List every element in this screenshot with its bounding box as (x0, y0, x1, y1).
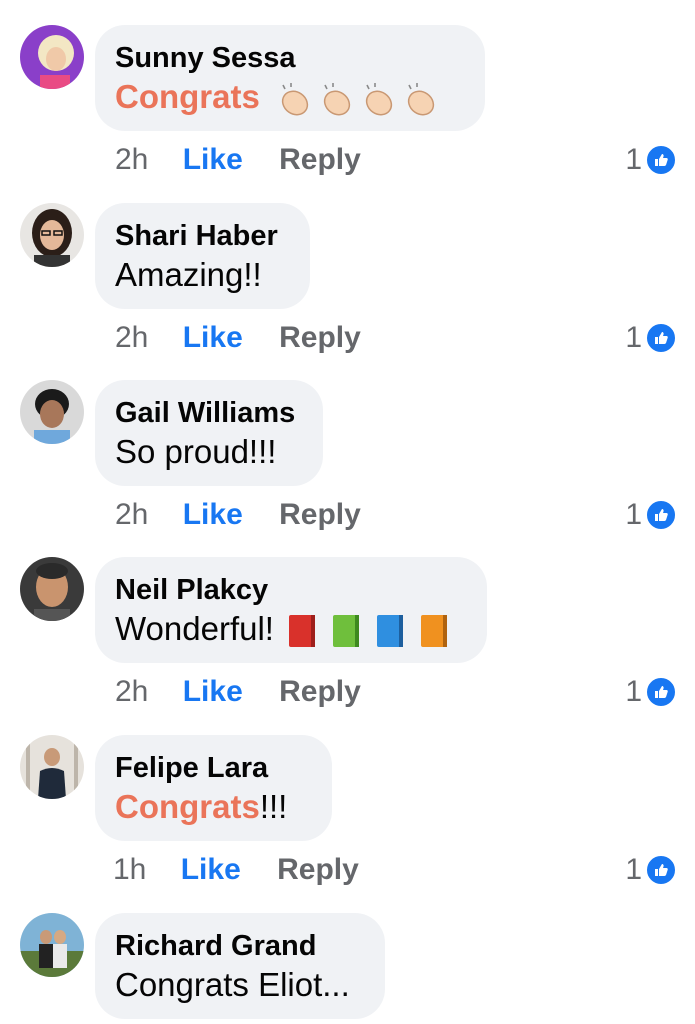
reply-button[interactable]: Reply (279, 142, 361, 178)
comment-text: Congrats!!! (115, 786, 312, 828)
comment-bubble: Gail Williams So proud!!! (95, 380, 323, 486)
comment-author[interactable]: Shari Haber (115, 218, 290, 254)
comment-bubble: Richard Grand Congrats Eliot... (95, 913, 385, 1019)
comment-actions: 2h Like Reply (115, 674, 361, 710)
comment-time: 2h (115, 498, 149, 531)
comment-text: Wonderful! (115, 608, 467, 650)
comment-author[interactable]: Gail Williams (115, 395, 303, 431)
reaction-number: 1 (625, 498, 642, 531)
comment-text: Amazing!! (115, 256, 262, 293)
avatar[interactable] (20, 380, 84, 444)
clapping-hands-icon (269, 78, 443, 116)
thumbs-up-icon (645, 854, 677, 886)
comment-text-suffix: !!! (259, 788, 288, 825)
like-button[interactable]: Like (181, 852, 241, 888)
reaction-count[interactable]: 1 (625, 852, 677, 888)
comment-author[interactable]: Felipe Lara (115, 750, 312, 786)
comment-time: 2h (115, 143, 149, 176)
books-icon (283, 610, 455, 648)
comment-bubble: Sunny Sessa Congrats (95, 25, 485, 131)
avatar[interactable] (20, 25, 84, 89)
thumbs-up-icon (645, 676, 677, 708)
like-button[interactable]: Like (183, 142, 243, 178)
reaction-number: 1 (625, 143, 642, 176)
thumbs-up-icon (645, 144, 677, 176)
comment-author[interactable]: Neil Plakcy (115, 572, 467, 608)
comment-text-main: Wonderful! (115, 610, 274, 647)
reply-button[interactable]: Reply (279, 674, 361, 710)
comment-bubble: Felipe Lara Congrats!!! (95, 735, 332, 841)
avatar[interactable] (20, 735, 84, 799)
comment-time: 1h (113, 853, 147, 886)
comment-author[interactable]: Richard Grand (115, 928, 365, 964)
like-button[interactable]: Like (183, 497, 243, 533)
reaction-count[interactable]: 1 (625, 142, 677, 178)
reply-button[interactable]: Reply (279, 497, 361, 533)
reply-button[interactable]: Reply (277, 852, 359, 888)
avatar[interactable] (20, 913, 84, 977)
thumbs-up-icon (645, 322, 677, 354)
reply-button[interactable]: Reply (279, 320, 361, 356)
reaction-number: 1 (625, 853, 642, 886)
comment-actions: 2h Like Reply (115, 320, 361, 356)
comment-actions: 2h Like Reply (115, 142, 361, 178)
comment-time: 2h (115, 675, 149, 708)
highlighted-text: Congrats (115, 788, 260, 825)
like-button[interactable]: Like (183, 320, 243, 356)
highlighted-text: Congrats (115, 78, 260, 115)
reaction-count[interactable]: 1 (625, 674, 677, 710)
comment-text: Congrats (115, 76, 465, 119)
reaction-number: 1 (625, 321, 642, 354)
comment-text: So proud!!! (115, 433, 277, 470)
reaction-count[interactable]: 1 (625, 320, 677, 356)
reaction-number: 1 (625, 675, 642, 708)
thumbs-up-icon (645, 499, 677, 531)
comment-bubble: Neil Plakcy Wonderful! (95, 557, 487, 663)
comment-author[interactable]: Sunny Sessa (115, 40, 465, 76)
comment-actions: 1h Like Reply (113, 852, 359, 888)
comment-time: 2h (115, 321, 149, 354)
like-button[interactable]: Like (183, 674, 243, 710)
comment-bubble: Shari Haber Amazing!! (95, 203, 310, 309)
avatar[interactable] (20, 557, 84, 621)
comment-actions: 2h Like Reply (115, 497, 361, 533)
avatar[interactable] (20, 203, 84, 267)
comment-text: Congrats Eliot... (115, 966, 350, 1003)
reaction-count[interactable]: 1 (625, 497, 677, 533)
